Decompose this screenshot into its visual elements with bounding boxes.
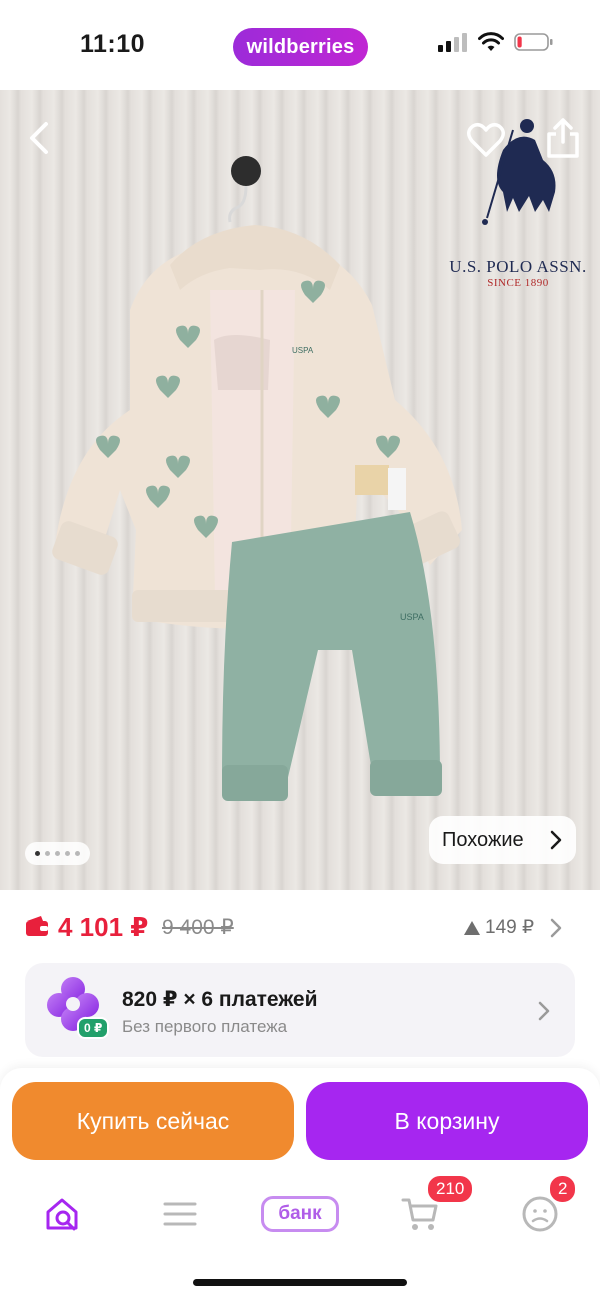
profile-badge: 2	[548, 1174, 578, 1204]
pagination-dot	[45, 851, 50, 856]
buy-now-button[interactable]: Купить сейчас	[12, 1082, 294, 1160]
tee-print-text: USPA	[292, 346, 314, 355]
signal-icon	[438, 33, 467, 52]
battery-level-fill	[517, 36, 522, 48]
chevron-right-icon	[550, 830, 562, 850]
tab-catalog[interactable]	[150, 1186, 210, 1242]
wallet-icon	[26, 916, 48, 936]
add-to-cart-button[interactable]: В корзину	[306, 1082, 588, 1160]
battery-icon	[514, 33, 553, 51]
action-panel: Купить сейчас В корзину банк 210 2	[0, 1068, 600, 1300]
brand-pill[interactable]: wildberries	[233, 28, 368, 66]
back-icon[interactable]	[22, 120, 58, 156]
cart-count-badge: 210	[426, 1174, 475, 1204]
tab-home[interactable]	[32, 1186, 92, 1242]
pagination-dot	[75, 851, 80, 856]
home-search-icon	[46, 1198, 78, 1231]
heart-icon[interactable]	[466, 120, 506, 160]
price-history[interactable]: 149 ₽	[463, 916, 534, 939]
similar-button[interactable]: Похожие	[429, 816, 576, 864]
pants-print-text: USPA	[400, 612, 424, 622]
pagination-dot	[55, 851, 60, 856]
status-bar: 11:10 wildberries	[0, 0, 600, 90]
installment-title: 820 ₽ × 6 платежей	[122, 988, 318, 1011]
brand-logo-since: SINCE 1890	[487, 277, 549, 289]
price-row[interactable]: 4 101 ₽ 9 400 ₽ 149 ₽	[0, 898, 600, 958]
home-indicator	[193, 1279, 407, 1286]
old-price: 9 400 ₽	[162, 916, 234, 939]
similar-label: Похожие	[442, 828, 524, 851]
zero-payment-badge: 0 ₽	[77, 1017, 110, 1039]
installment-subtitle: Без первого платежа	[122, 1017, 288, 1036]
status-icons	[438, 32, 554, 52]
triangle-up-icon	[464, 920, 480, 935]
chevron-right-icon	[538, 1001, 550, 1021]
profile-icon	[522, 1196, 558, 1232]
share-icon[interactable]	[543, 116, 583, 160]
gallery-pagination	[25, 842, 90, 865]
current-price: 4 101 ₽	[58, 912, 149, 942]
status-time: 11:10	[80, 30, 146, 58]
chevron-right-icon[interactable]	[550, 918, 562, 938]
tab-bank[interactable]: банк	[260, 1186, 340, 1242]
tab-bar: банк 210 2	[0, 1174, 600, 1242]
pagination-dot	[35, 851, 40, 856]
price-delta: 149 ₽	[485, 917, 535, 938]
wifi-icon	[478, 32, 504, 51]
brand-logo-name: U.S. POLO ASSN.	[449, 257, 587, 276]
installment-card[interactable]: 0 ₽ 820 ₽ × 6 платежей Без первого плате…	[25, 963, 575, 1057]
bank-label: банк	[261, 1196, 339, 1232]
product-image[interactable]: USPA USPA U.S. POLO ASSN. SINCE 1890 Пох…	[0, 90, 600, 890]
pagination-dot	[65, 851, 70, 856]
menu-icon	[163, 1202, 197, 1226]
